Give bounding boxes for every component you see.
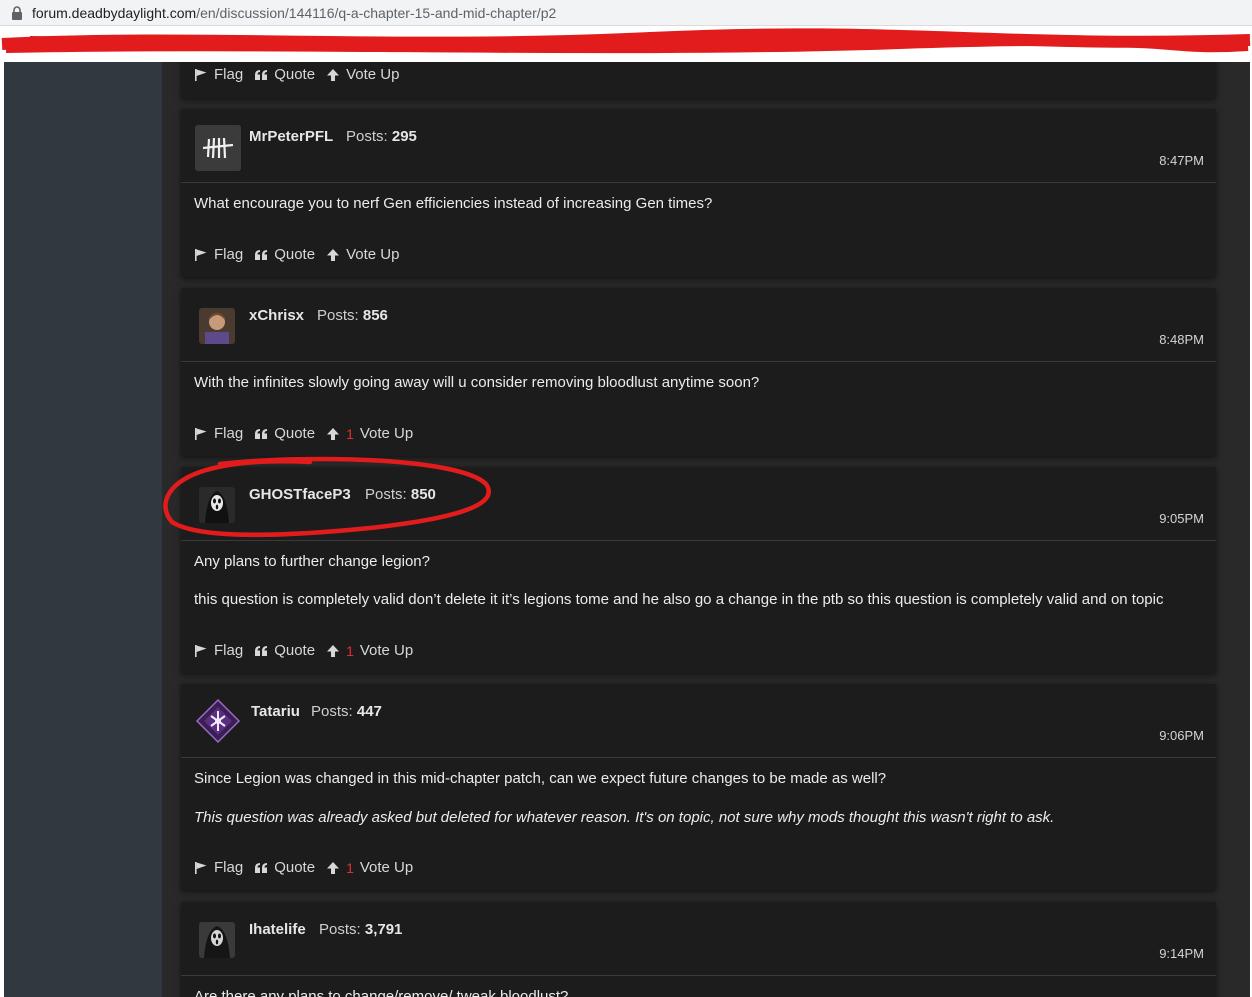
post-actions: Flag Quote 1 Vote Up <box>194 642 424 659</box>
post-actions: Flag Quote Vote Up <box>194 66 410 83</box>
post-count: Posts: 295 <box>346 128 417 145</box>
arrow-up-icon <box>327 68 340 81</box>
quote-icon <box>255 862 268 873</box>
ghostface-avatar-icon <box>199 487 235 523</box>
post-time[interactable]: 9:06PM <box>1159 728 1204 743</box>
address-bar[interactable]: forum.deadbydaylight.com/en/discussion/1… <box>0 0 1252 26</box>
quote-button[interactable]: Quote <box>254 859 315 876</box>
dbd-logo-icon <box>195 125 241 171</box>
divider <box>181 182 1216 183</box>
quote-button[interactable]: Quote <box>254 642 315 659</box>
vote-count: 1 <box>346 859 354 876</box>
flag-button[interactable]: Flag <box>194 859 243 876</box>
vote-up-button[interactable]: 1 Vote Up <box>326 859 413 876</box>
vote-count: 1 <box>346 642 354 659</box>
avatar[interactable] <box>199 487 235 523</box>
post-text: Any plans to further change legion? <box>194 553 430 570</box>
vote-up-button[interactable]: Vote Up <box>326 66 399 83</box>
lock-icon <box>12 6 22 20</box>
emblem-avatar-icon <box>195 698 241 744</box>
quote-icon <box>255 645 268 656</box>
flag-button[interactable]: Flag <box>194 246 243 263</box>
quote-icon <box>255 428 268 439</box>
username[interactable]: MrPeterPFL <box>249 128 333 145</box>
post-text-italic: This question was already asked but dele… <box>194 809 1055 826</box>
quote-icon <box>255 249 268 260</box>
vote-up-button[interactable]: Vote Up <box>326 246 399 263</box>
divider <box>181 975 1216 976</box>
post-count: Posts: 3,791 <box>319 921 403 938</box>
post-text: Since Legion was changed in this mid-cha… <box>194 770 887 787</box>
quote-icon <box>255 69 268 80</box>
red-redaction-scribble <box>1 28 1251 54</box>
post-time[interactable]: 8:47PM <box>1159 153 1204 168</box>
avatar[interactable] <box>199 308 235 344</box>
flag-button[interactable]: Flag <box>194 425 243 442</box>
vote-up-button[interactable]: 1 Vote Up <box>326 642 413 659</box>
post-text: What encourage you to nerf Gen efficienc… <box>194 195 713 212</box>
vote-up-button[interactable]: 1 Vote Up <box>326 425 413 442</box>
post-actions: Flag Quote Vote Up <box>194 246 410 263</box>
ghostface-avatar-icon <box>199 922 235 958</box>
username[interactable]: Ihatelife <box>249 921 306 938</box>
flag-icon <box>195 861 207 874</box>
user-avatar-icon <box>199 308 235 344</box>
post-time[interactable]: 9:05PM <box>1159 511 1204 526</box>
arrow-up-icon <box>327 248 340 261</box>
vote-count: 1 <box>346 425 354 442</box>
flag-icon <box>195 427 207 440</box>
post-time[interactable]: 9:14PM <box>1159 946 1204 961</box>
url-text[interactable]: forum.deadbydaylight.com/en/discussion/1… <box>32 5 556 21</box>
left-sidebar <box>4 62 162 997</box>
flag-icon <box>195 68 207 81</box>
flag-button[interactable]: Flag <box>194 642 243 659</box>
post-count: Posts: 447 <box>311 703 382 720</box>
divider <box>181 361 1216 362</box>
flag-icon <box>195 644 207 657</box>
arrow-up-icon <box>327 427 340 440</box>
flag-button[interactable]: Flag <box>194 66 243 83</box>
avatar[interactable] <box>199 922 235 958</box>
username[interactable]: GHOSTfaceP3 <box>249 486 351 503</box>
post-item: Ihatelife Posts: 3,791 9:14PM Are there … <box>181 902 1216 997</box>
post-actions: Flag Quote 1 Vote Up <box>194 859 424 876</box>
post-count: Posts: 850 <box>365 486 436 503</box>
forum-page: Flag Quote Vote Up MrPeterPFL Posts: 295… <box>4 62 1250 997</box>
post-text: Are there any plans to change/remove/ tw… <box>194 988 569 997</box>
post-partial: Flag Quote Vote Up <box>181 62 1216 98</box>
username[interactable]: Tatariu <box>251 703 300 720</box>
post-actions: Flag Quote 1 Vote Up <box>194 425 424 442</box>
post-text: this question is completely valid don’t … <box>194 591 1164 608</box>
username[interactable]: xChrisx <box>249 307 304 324</box>
post-count: Posts: 856 <box>317 307 388 324</box>
post-time[interactable]: 8:48PM <box>1159 332 1204 347</box>
arrow-up-icon <box>327 644 340 657</box>
divider <box>181 757 1216 758</box>
avatar[interactable] <box>195 698 241 744</box>
arrow-up-icon <box>327 861 340 874</box>
quote-button[interactable]: Quote <box>254 66 315 83</box>
divider <box>181 540 1216 541</box>
flag-icon <box>195 248 207 261</box>
post-item: Tatariu Posts: 447 9:06PM Since Legion w… <box>181 684 1216 890</box>
post-text: With the infinites slowly going away wil… <box>194 374 760 391</box>
quote-button[interactable]: Quote <box>254 425 315 442</box>
post-item: MrPeterPFL Posts: 295 8:47PM What encour… <box>181 109 1216 277</box>
quote-button[interactable]: Quote <box>254 246 315 263</box>
post-item: GHOSTfaceP3 Posts: 850 9:05PM Any plans … <box>181 467 1216 673</box>
avatar[interactable] <box>195 125 241 171</box>
post-item: xChrisx Posts: 856 8:48PM With the infin… <box>181 288 1216 456</box>
